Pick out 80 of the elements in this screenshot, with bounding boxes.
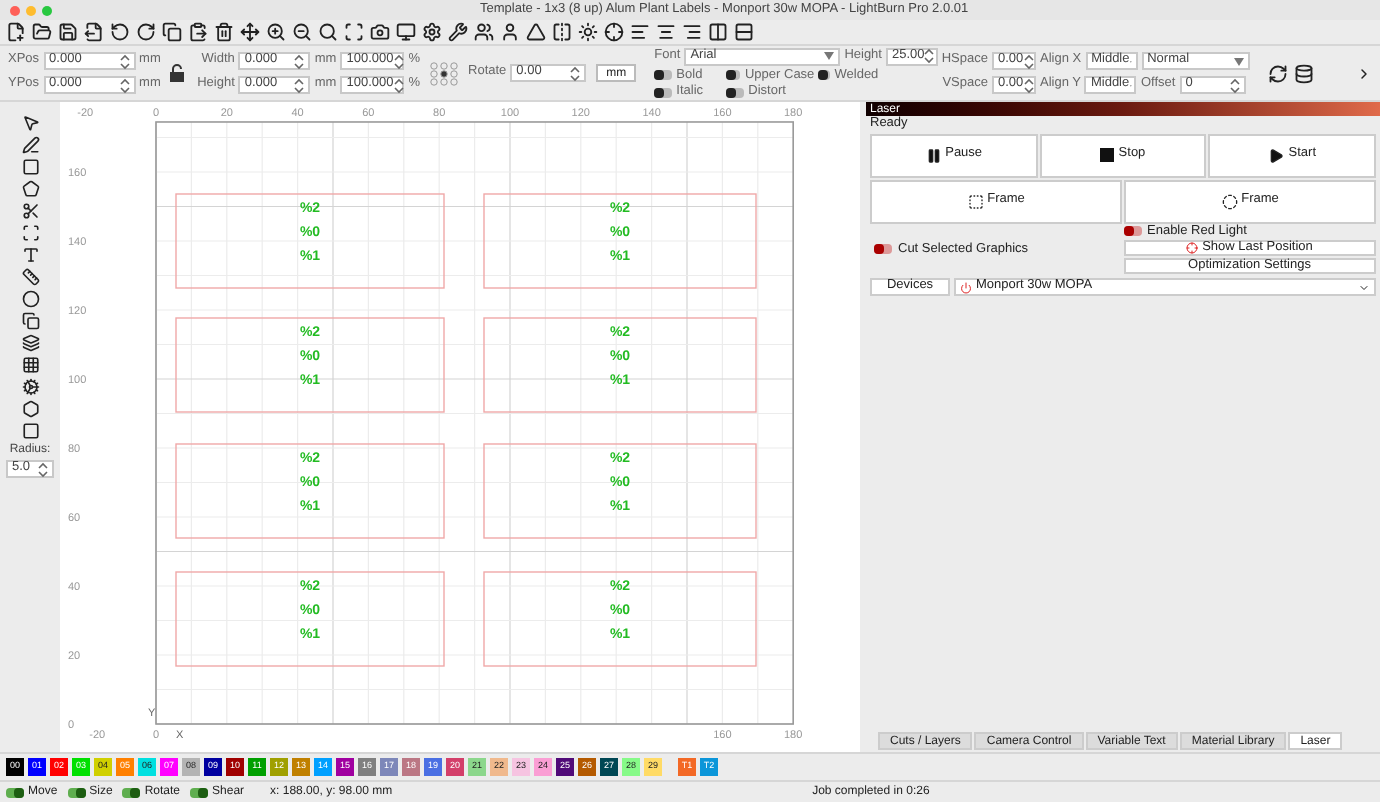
polygon-icon[interactable]: [21, 180, 39, 198]
folder-icon[interactable]: [32, 22, 52, 42]
triangle-icon[interactable]: [526, 22, 546, 42]
align-left-icon[interactable]: [630, 22, 650, 42]
lock-icon[interactable]: [170, 64, 185, 82]
align-center-icon[interactable]: [656, 22, 676, 42]
scissors-icon[interactable]: [21, 202, 39, 220]
toggle-switch[interactable]: [67, 787, 86, 797]
chevron-down-icon: [1358, 281, 1370, 293]
settings-icon[interactable]: [422, 22, 442, 42]
users-icon[interactable]: [474, 22, 494, 42]
file-export-icon[interactable]: [84, 22, 104, 42]
monitor-icon[interactable]: [396, 22, 416, 42]
spin-arrows-icon[interactable]: [294, 53, 305, 69]
layers-icon[interactable]: [21, 334, 39, 352]
align-right-icon[interactable]: [682, 22, 702, 42]
toggle-switch[interactable]: [726, 70, 741, 81]
new-file-icon[interactable]: [6, 22, 26, 42]
grid-icon[interactable]: [21, 356, 39, 374]
save-icon[interactable]: [58, 22, 78, 42]
columns-icon[interactable]: [708, 22, 728, 42]
spin-arrows-icon[interactable]: [393, 53, 404, 69]
toggle-switch[interactable]: [6, 787, 24, 797]
frame-icon[interactable]: [21, 224, 39, 242]
toggle-switch[interactable]: [874, 244, 892, 255]
pause-icon: [925, 147, 942, 163]
user-icon[interactable]: [500, 22, 520, 42]
toggle-switch[interactable]: [654, 87, 673, 98]
toggle-switch[interactable]: [122, 787, 141, 797]
rectangle-icon[interactable]: [21, 158, 39, 176]
toggle-switch[interactable]: [726, 87, 745, 98]
spin-arrows-icon[interactable]: [924, 48, 935, 64]
refresh-icon[interactable]: [1267, 63, 1288, 83]
pen-icon[interactable]: [21, 136, 39, 154]
text-icon[interactable]: [21, 246, 39, 264]
trash-icon[interactable]: [214, 22, 234, 42]
frame-icon[interactable]: [344, 22, 364, 42]
crosshair-icon[interactable]: [604, 22, 624, 42]
frame-circle-icon: [1221, 193, 1238, 209]
spin-arrows-icon[interactable]: [1023, 77, 1034, 93]
spin-arrows-icon[interactable]: [1229, 77, 1240, 93]
toggle-switch[interactable]: [654, 70, 673, 81]
spin-arrows-icon[interactable]: [38, 461, 48, 477]
copy-icon[interactable]: [162, 22, 182, 42]
mirror-icon[interactable]: [552, 22, 572, 42]
spin-arrows-icon[interactable]: [570, 65, 581, 81]
redo-icon[interactable]: [136, 22, 156, 42]
ruler-icon[interactable]: [21, 268, 39, 286]
rounded-square-icon[interactable]: [21, 422, 39, 440]
copy-icon[interactable]: [21, 312, 39, 330]
search-icon[interactable]: [318, 22, 338, 42]
wrench-icon[interactable]: [448, 22, 468, 42]
chevron-right-icon[interactable]: [1356, 65, 1372, 81]
paste-icon[interactable]: [188, 22, 208, 42]
spin-arrows-icon[interactable]: [294, 77, 305, 93]
camera-icon[interactable]: [370, 22, 390, 42]
sun-icon[interactable]: [578, 22, 598, 42]
spin-arrows-icon[interactable]: [1023, 53, 1034, 69]
hexagon-icon[interactable]: [21, 400, 39, 418]
database-icon[interactable]: [1293, 63, 1314, 83]
spin-arrows-icon[interactable]: [119, 77, 130, 93]
rows-icon[interactable]: [734, 22, 754, 42]
toggle-switch[interactable]: [1123, 226, 1141, 237]
toggle-switch[interactable]: [190, 787, 209, 797]
crosshair-icon: [1186, 242, 1199, 254]
toggle-switch[interactable]: [818, 70, 831, 81]
undo-icon[interactable]: [110, 22, 130, 42]
gear-icon[interactable]: [21, 378, 39, 396]
frame-square-icon: [967, 193, 984, 209]
spin-arrows-icon[interactable]: [393, 77, 404, 93]
stop-icon: [1100, 148, 1115, 162]
play-icon: [1268, 147, 1285, 163]
move-icon[interactable]: [240, 22, 260, 42]
zoom-out-icon[interactable]: [292, 22, 312, 42]
anchor-grid-icon[interactable]: [430, 61, 459, 85]
spin-arrows-icon[interactable]: [119, 53, 130, 69]
pointer-icon[interactable]: [21, 114, 39, 132]
circle-icon[interactable]: [21, 290, 39, 308]
zoom-in-icon[interactable]: [266, 22, 286, 42]
power-icon: [960, 281, 972, 293]
